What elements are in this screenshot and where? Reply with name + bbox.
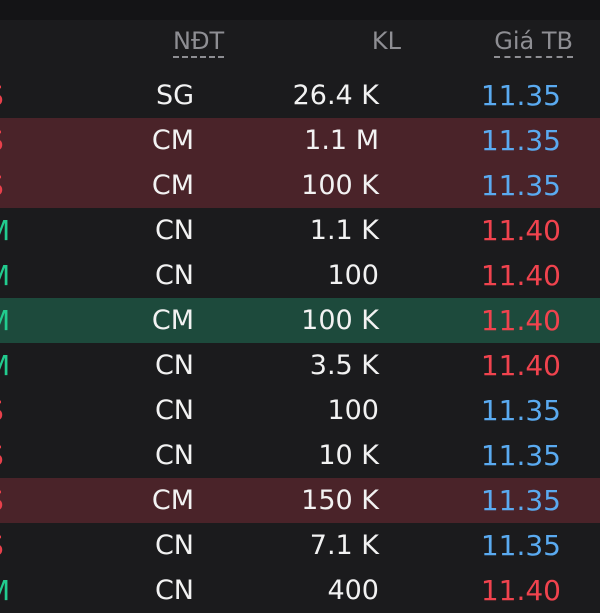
volume: 26.4 K [292,80,379,111]
volume: 1.1 M [304,125,379,156]
volume: 100 [327,395,379,426]
investor-type: CN [154,260,194,291]
avg-price: 11.35 [480,124,561,157]
investor-type: CN [154,530,194,561]
investor-type: CM [151,125,194,156]
volume: 1.1 K [309,215,379,246]
side-label: S [0,73,4,118]
investor-type: CN [154,395,194,426]
side-label: S [0,388,4,433]
volume: 100 K [301,305,379,336]
avg-price: 11.35 [480,79,561,112]
avg-price: 11.40 [480,259,561,292]
investor-type: CM [151,485,194,516]
column-header-avg-price[interactable]: Giá TB [494,26,573,58]
side-label: S [0,433,4,478]
volume: 10 K [318,440,379,471]
volume: 3.5 K [309,350,379,381]
side-label: S [0,118,4,163]
investor-type: CM [151,170,194,201]
table-row[interactable]: S CN 10 K 11.35 [0,433,600,478]
investor-type: CN [154,215,194,246]
volume: 100 K [301,170,379,201]
trade-list: S SG 26.4 K 11.35 S CM 1.1 M 11.35 S CM … [0,73,600,613]
avg-price: 11.40 [480,349,561,382]
table-row[interactable]: S CN 7.1 K 11.35 [0,523,600,568]
avg-price: 11.40 [480,304,561,337]
table-row[interactable]: M CN 3.5 K 11.40 [0,343,600,388]
volume: 7.1 K [309,530,379,561]
investor-type: CN [154,350,194,381]
investor-type: CN [154,575,194,606]
table-row[interactable]: M CN 100 11.40 [0,253,600,298]
side-label: S [0,478,4,523]
side-label: S [0,163,4,208]
avg-price: 11.40 [480,214,561,247]
table-row[interactable]: S CM 100 K 11.35 [0,163,600,208]
side-label: M [0,568,10,613]
table-row[interactable]: M CN 400 11.40 [0,568,600,613]
volume: 100 [327,260,379,291]
volume: 150 K [301,485,379,516]
avg-price: 11.35 [480,529,561,562]
avg-price: 11.35 [480,169,561,202]
table-row[interactable]: M CN 1.1 K 11.40 [0,208,600,253]
volume: 400 [327,575,379,606]
top-bar [0,0,600,20]
table-row[interactable]: S CN 100 11.35 [0,388,600,433]
table-row[interactable]: S SG 26.4 K 11.35 [0,73,600,118]
side-label: M [0,343,10,388]
side-label: M [0,298,10,343]
side-label: M [0,208,10,253]
column-header-investor[interactable]: NĐT [173,26,225,58]
investor-type: CM [151,305,194,336]
table-row[interactable]: S CM 1.1 M 11.35 [0,118,600,163]
table-row[interactable]: S CM 150 K 11.35 [0,478,600,523]
avg-price: 11.35 [480,439,561,472]
column-header-volume: KL [371,27,401,55]
investor-type: CN [154,440,194,471]
avg-price: 11.35 [480,394,561,427]
investor-type: SG [155,80,194,111]
table-header: NĐT KL Giá TB [0,20,600,70]
side-label: S [0,523,4,568]
table-row[interactable]: M CM 100 K 11.40 [0,298,600,343]
side-label: M [0,253,10,298]
avg-price: 11.40 [480,574,561,607]
avg-price: 11.35 [480,484,561,517]
